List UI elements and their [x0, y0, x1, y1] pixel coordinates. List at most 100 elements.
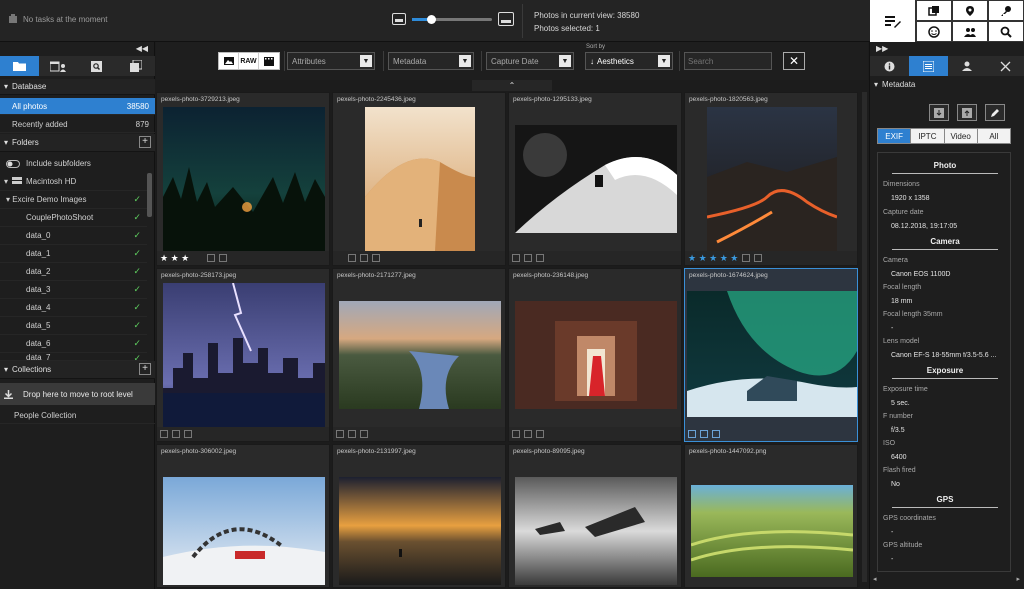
grid-scrollbar[interactable] — [862, 92, 867, 582]
edit-list-button[interactable] — [870, 0, 916, 42]
folder-data-6[interactable]: data_6 ✓ — [0, 335, 147, 353]
photo-thumbnail[interactable] — [339, 477, 501, 585]
small-thumbnail-icon[interactable] — [392, 13, 406, 25]
tab-iptc[interactable]: IPTC — [911, 129, 945, 143]
search-input[interactable] — [684, 52, 772, 70]
tab-person[interactable] — [948, 56, 987, 76]
folder-data-4[interactable]: data_4 ✓ — [0, 299, 147, 317]
edit-icon[interactable] — [348, 430, 356, 438]
face-button[interactable] — [916, 21, 952, 42]
tab-metadata[interactable] — [908, 56, 948, 76]
flag-icon[interactable] — [754, 254, 763, 262]
sort-dropdown[interactable]: ↓ Aesthetics ▼ — [585, 52, 673, 70]
photo-card[interactable]: pexels-photo-2171277.jpeg — [332, 268, 506, 442]
thumbnail-size-slider[interactable] — [412, 14, 492, 24]
horizontal-scrollbar[interactable]: ◂ ▸ — [869, 572, 1024, 589]
export-metadata-button[interactable] — [957, 104, 977, 121]
tab-collections[interactable] — [116, 56, 155, 76]
flag-tag-icon[interactable] — [348, 254, 356, 262]
tab-exif[interactable]: EXIF — [878, 129, 912, 143]
photo-card[interactable]: pexels-photo-306002.jpeg — [156, 444, 330, 588]
scroll-right-icon[interactable]: ▸ — [1016, 575, 1020, 583]
location-button[interactable] — [952, 0, 988, 21]
add-folder-button[interactable]: + — [139, 136, 151, 148]
photo-card[interactable]: pexels-photo-2131997.jpeg — [332, 444, 506, 588]
folders-section-header[interactable]: ▾ Folders + — [0, 134, 155, 152]
folder-macintosh-hd[interactable]: ▾ Macintosh HD — [0, 173, 147, 191]
include-subfolders-toggle[interactable]: Include subfolders — [0, 155, 155, 172]
edit-icon[interactable] — [524, 430, 532, 438]
collections-section-header[interactable]: ▾ Collections + — [0, 361, 155, 379]
folder-excire-demo-images[interactable]: ▾ Excire Demo Images ✓ — [0, 191, 147, 209]
photo-card[interactable]: pexels-photo-2245436.jpeg — [332, 92, 506, 266]
tab-video[interactable]: Video — [944, 129, 978, 143]
folder-couplephotoshoot[interactable]: CouplePhotoShoot ✓ — [0, 209, 147, 227]
photo-card[interactable]: pexels-photo-258173.jpeg — [156, 268, 330, 442]
capture-date-dropdown[interactable]: Capture Date ▼ — [486, 52, 574, 70]
slider-knob[interactable] — [427, 14, 436, 24]
folder-data-7[interactable]: data_7 ✓ — [0, 353, 147, 361]
raw-filter-button[interactable]: RAW — [239, 53, 259, 69]
photo-card[interactable]: pexels-photo-1447092.png — [684, 444, 858, 588]
photo-thumbnail[interactable] — [691, 485, 853, 577]
attributes-dropdown[interactable]: Attributes ▼ — [287, 52, 375, 70]
flag-icon[interactable] — [536, 254, 544, 262]
folder-data-3[interactable]: data_3 ✓ — [0, 281, 147, 299]
flag-tag-icon[interactable] — [160, 430, 168, 438]
add-collection-button[interactable]: + — [139, 363, 151, 375]
flag-icon[interactable] — [712, 430, 720, 438]
photo-card[interactable]: pexels-photo-89095.jpeg — [508, 444, 682, 588]
database-item-recently-added[interactable]: Recently added 879 — [0, 116, 155, 133]
folder-data-5[interactable]: data_5 ✓ — [0, 317, 147, 335]
photo-thumbnail[interactable] — [365, 107, 475, 251]
flag-icon[interactable] — [536, 430, 544, 438]
database-item-all-photos[interactable]: All photos 38580 — [0, 98, 155, 115]
edit-icon[interactable] — [742, 254, 751, 262]
database-section-header[interactable]: ▾ Database — [0, 79, 155, 95]
edit-icon[interactable] — [524, 254, 532, 262]
clear-filters-button[interactable]: ✕ — [783, 52, 805, 70]
photo-thumbnail[interactable] — [687, 291, 857, 417]
flag-tag-icon[interactable] — [336, 430, 344, 438]
flag-tag-icon[interactable] — [688, 430, 696, 438]
drop-to-root-zone[interactable]: Drop here to move to root level — [0, 383, 155, 405]
folder-data-0[interactable]: data_0 ✓ — [0, 227, 147, 245]
tab-folders[interactable] — [0, 56, 39, 76]
edit-icon[interactable] — [700, 430, 708, 438]
photo-card[interactable]: pexels-photo-236148.jpeg — [508, 268, 682, 442]
tab-search[interactable] — [78, 56, 117, 76]
edit-icon[interactable] — [207, 254, 216, 262]
collapse-right-panel-button[interactable]: ▶▶ — [876, 44, 888, 53]
folder-data-2[interactable]: data_2 ✓ — [0, 263, 147, 281]
import-metadata-button[interactable] — [929, 104, 949, 121]
flag-tag-icon[interactable] — [512, 430, 520, 438]
photo-card[interactable]: pexels-photo-3729213.jpeg ★ ★ ★ — [156, 92, 330, 266]
flag-icon[interactable] — [219, 254, 228, 262]
photo-thumbnail[interactable] — [515, 477, 677, 585]
collection-item[interactable]: People Collection — [0, 407, 155, 424]
collapse-toolbar-button[interactable]: ⌃ — [472, 80, 552, 91]
edit-metadata-button[interactable] — [985, 104, 1005, 121]
collapse-left-panel-button[interactable]: ◀◀ — [136, 44, 148, 53]
photo-card[interactable]: pexels-photo-1295133.jpeg — [508, 92, 682, 266]
photo-thumbnail[interactable] — [163, 477, 325, 585]
metadata-section-header[interactable]: ▾ Metadata — [874, 80, 915, 89]
edit-icon[interactable] — [360, 254, 368, 262]
photo-thumbnail[interactable] — [339, 301, 501, 409]
photo-card[interactable]: pexels-photo-1820563.jpeg ★ ★ ★ ★ ★ — [684, 92, 858, 266]
photo-thumbnail[interactable] — [707, 107, 837, 251]
video-filter-button[interactable] — [259, 53, 279, 69]
people-button[interactable] — [952, 21, 988, 42]
folder-data-1[interactable]: data_1 ✓ — [0, 245, 147, 263]
flag-icon[interactable] — [184, 430, 192, 438]
rating-stars[interactable]: ★ ★ ★ — [160, 253, 189, 264]
photo-thumbnail[interactable] — [163, 107, 325, 251]
edit-icon[interactable] — [172, 430, 180, 438]
rating-stars[interactable]: ★ ★ ★ ★ ★ — [688, 253, 738, 264]
folder-list-scrollbar[interactable] — [147, 173, 152, 217]
flag-tag-icon[interactable] — [512, 254, 520, 262]
tab-events[interactable] — [39, 56, 78, 76]
tab-expand[interactable] — [986, 56, 1024, 76]
scroll-left-icon[interactable]: ◂ — [873, 575, 877, 583]
flag-icon[interactable] — [372, 254, 380, 262]
